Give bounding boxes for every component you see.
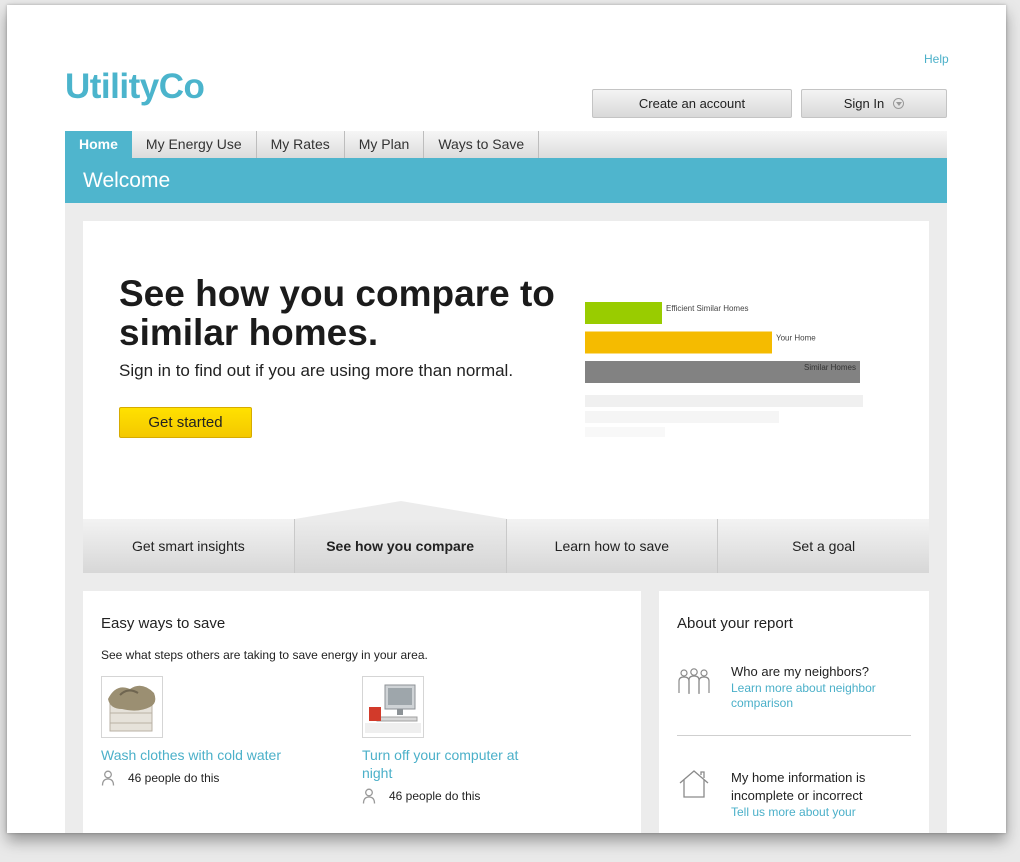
tip-link-computer-off[interactable]: Turn off your computer at night xyxy=(362,746,547,782)
easy-ways-subheading: See what steps others are taking to save… xyxy=(101,648,428,662)
person-icon xyxy=(101,770,115,786)
tip-item: Wash clothes with cold water 46 people d… xyxy=(101,676,301,786)
hero-title: See how you compare to similar homes. xyxy=(119,273,555,353)
page-frame: Help UtilityCo Create an account Sign In… xyxy=(7,5,1006,833)
nav-tab-ways-to-save[interactable]: Ways to Save xyxy=(424,131,540,158)
divider xyxy=(677,735,911,736)
tip-item: Turn off your computer at night 46 peopl… xyxy=(362,676,562,804)
about-report-card: About your report Who are my neighbors? … xyxy=(659,591,929,833)
chart-bar xyxy=(585,302,662,324)
tip-count: 46 people do this xyxy=(362,788,562,804)
logo[interactable]: UtilityCo xyxy=(65,67,205,107)
about-question-label: Who are my neighbors? xyxy=(731,664,870,679)
tip-link-wash-cold[interactable]: Wash clothes with cold water xyxy=(101,746,286,764)
chart-bar-label: Your Home xyxy=(776,334,816,343)
chart-bar xyxy=(585,331,772,354)
main-nav: Home My Energy Use My Rates My Plan Ways… xyxy=(65,131,947,158)
tab-get-smart-insights[interactable]: Get smart insights xyxy=(83,519,295,573)
feature-tabs: Get smart insights See how you compare L… xyxy=(83,519,929,573)
tip-count: 46 people do this xyxy=(101,770,301,786)
hero-panel: See how you compare to similar homes. Si… xyxy=(83,221,929,519)
chevron-down-icon xyxy=(893,98,905,109)
create-account-label: Create an account xyxy=(638,96,746,111)
people-group-icon xyxy=(678,668,710,694)
about-report-heading: About your report xyxy=(677,615,793,632)
nav-tab-my-plan[interactable]: My Plan xyxy=(345,131,425,158)
about-question: My home information is incomplete or inc… xyxy=(731,769,911,820)
home-info-link[interactable]: Tell us more about your xyxy=(731,805,911,820)
computer-icon[interactable] xyxy=(362,676,424,738)
nav-tab-home[interactable]: Home xyxy=(65,131,132,158)
house-icon xyxy=(679,770,709,798)
about-question: Who are my neighbors? Learn more about n… xyxy=(731,663,911,711)
nav-tab-my-rates[interactable]: My Rates xyxy=(257,131,345,158)
hero-subtitle: Sign in to find out if you are using mor… xyxy=(119,361,514,380)
get-started-button[interactable]: Get started xyxy=(119,407,252,438)
chart-reflection xyxy=(585,411,779,423)
tab-learn-how-to-save[interactable]: Learn how to save xyxy=(506,519,719,573)
tip-count-label: 46 people do this xyxy=(128,771,220,785)
sign-in-button[interactable]: Sign In xyxy=(801,89,947,118)
chart-bar-label: Efficient Similar Homes xyxy=(666,304,749,313)
chart-reflection xyxy=(585,395,863,407)
about-question-label: My home information is incomplete or inc… xyxy=(731,770,866,803)
chart-reflection xyxy=(585,427,665,437)
neighbor-comparison-link[interactable]: Learn more about neighbor comparison xyxy=(731,681,911,711)
sign-in-label: Sign In xyxy=(843,96,885,111)
create-account-button[interactable]: Create an account xyxy=(592,89,792,118)
help-link[interactable]: Help xyxy=(924,52,949,66)
easy-ways-card: Easy ways to save See what steps others … xyxy=(83,591,641,833)
tab-set-a-goal[interactable]: Set a goal xyxy=(718,519,929,573)
welcome-bar: Welcome xyxy=(65,158,947,203)
laundry-basket-icon[interactable] xyxy=(101,676,163,738)
active-tab-pointer xyxy=(295,501,507,519)
page-title: Welcome xyxy=(83,169,171,192)
tip-count-label: 46 people do this xyxy=(389,789,481,803)
nav-tab-my-energy-use[interactable]: My Energy Use xyxy=(132,131,257,158)
easy-ways-heading: Easy ways to save xyxy=(101,615,226,632)
chart-bar-label: Similar Homes xyxy=(804,363,856,372)
comparison-chart: Efficient Similar Homes Your Home Similar … xyxy=(585,302,863,437)
tab-see-how-you-compare[interactable]: See how you compare xyxy=(294,519,507,573)
person-icon xyxy=(362,788,376,804)
